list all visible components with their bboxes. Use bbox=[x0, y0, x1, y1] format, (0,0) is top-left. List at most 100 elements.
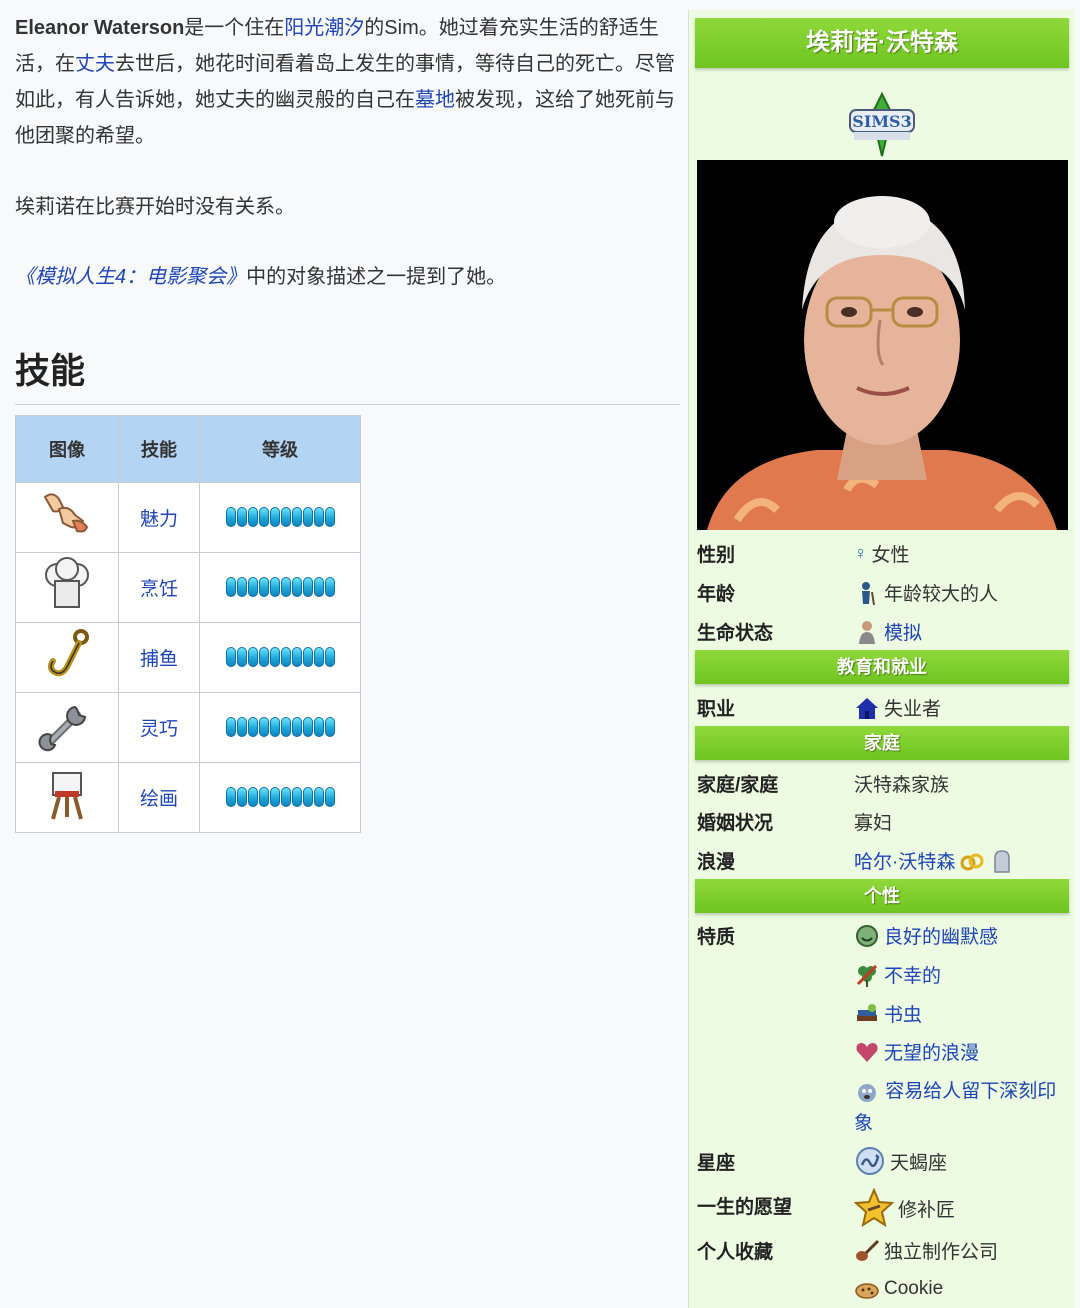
gender-label: 性别 bbox=[697, 545, 736, 566]
guitar-icon bbox=[856, 1239, 880, 1261]
age-value: 年龄较大的人 bbox=[854, 579, 998, 606]
lifetime-wish-value: 修补匠 bbox=[854, 1188, 955, 1228]
romance-label: 浪漫 bbox=[697, 852, 736, 873]
trait-item: 书虫 bbox=[854, 1000, 922, 1027]
mention-paragraph: 《模拟人生4：电影聚会》中的对象描述之一提到了她。 bbox=[15, 259, 680, 295]
life-state-link[interactable]: 模拟 bbox=[884, 618, 922, 645]
collection-item: 独立制作公司 bbox=[854, 1237, 998, 1264]
skill-image-cell bbox=[15, 552, 119, 623]
skills-table: 图像 技能 等级 魅力 烹饪 捕鱼 灵巧 绘画 bbox=[15, 415, 361, 833]
age-label: 年龄 bbox=[697, 584, 736, 605]
lifetime-wish-label: 一生的愿望 bbox=[697, 1197, 793, 1218]
marital-label: 婚姻状况 bbox=[697, 813, 774, 834]
sim-person-icon bbox=[859, 620, 875, 644]
life-state-label: 生命状态 bbox=[697, 623, 774, 644]
skill-level-cell bbox=[199, 482, 361, 553]
skill-link[interactable]: 捕鱼 bbox=[140, 649, 178, 670]
skill-image-cell bbox=[15, 762, 119, 833]
skill-level-cell bbox=[199, 692, 361, 763]
cookie-icon bbox=[855, 1283, 879, 1299]
text: 中的对象描述之一提到了她。 bbox=[246, 266, 507, 288]
lifetime-wish-star-icon bbox=[854, 1188, 894, 1228]
trait-link[interactable]: 无望的浪漫 bbox=[884, 1038, 979, 1065]
portrait-image bbox=[697, 160, 1068, 530]
text: 是一个住在 bbox=[184, 17, 285, 39]
hopeless-romantic-heart-icon bbox=[856, 1042, 878, 1062]
table-row: 捕鱼 bbox=[15, 622, 361, 693]
table-row: 魅力 bbox=[15, 482, 361, 553]
zodiac-text: 天蝎座 bbox=[890, 1152, 948, 1174]
trait-link[interactable]: 书虫 bbox=[884, 1000, 922, 1027]
header-image: 图像 bbox=[15, 415, 119, 483]
gender-text: 女性 bbox=[871, 545, 910, 566]
unlucky-clover-icon bbox=[856, 964, 878, 987]
female-icon: ♀ bbox=[854, 543, 868, 563]
zodiac-label: 星座 bbox=[697, 1153, 736, 1174]
skill-level-bar bbox=[225, 647, 335, 668]
link-sunset-tide[interactable]: 阳光潮汐 bbox=[284, 17, 364, 39]
infobox-title: 埃莉诺·沃特森 bbox=[695, 18, 1069, 68]
gender-value: ♀ 女性 bbox=[854, 540, 910, 567]
zodiac-value: 天蝎座 bbox=[854, 1145, 947, 1177]
skill-name-cell: 魅力 bbox=[118, 482, 200, 553]
skill-level-cell bbox=[199, 762, 361, 833]
link-cemetery[interactable]: 墓地 bbox=[415, 89, 455, 111]
table-row: 灵巧 bbox=[15, 692, 361, 763]
household-value: 沃特森家族 bbox=[854, 775, 950, 796]
career-text: 失业者 bbox=[884, 699, 942, 720]
link-husband[interactable]: 丈夫 bbox=[75, 53, 115, 75]
trait-link[interactable]: 不幸的 bbox=[884, 961, 941, 988]
collection-text: 独立制作公司 bbox=[884, 1242, 999, 1263]
article-body: Eleanor Waterson是一个住在阳光潮汐的Sim。她过着充实生活的舒适… bbox=[15, 10, 680, 405]
sim-name: Eleanor Waterson bbox=[15, 17, 185, 39]
house-icon bbox=[856, 697, 878, 719]
section-education-career: 教育和就业 bbox=[695, 650, 1069, 684]
skill-level-bar bbox=[225, 577, 335, 598]
charisma-hands-icon bbox=[43, 492, 89, 532]
trait-item: 不幸的 bbox=[854, 961, 941, 988]
skill-link[interactable]: 魅力 bbox=[140, 509, 178, 530]
career-label: 职业 bbox=[697, 699, 736, 720]
trait-item: 容易给人留下深刻印象 bbox=[854, 1076, 1064, 1140]
fishing-hook-icon bbox=[48, 628, 89, 676]
skill-name-cell: 烹饪 bbox=[118, 552, 200, 623]
header-skill: 技能 bbox=[118, 415, 200, 483]
collection-text: Cookie bbox=[884, 1278, 944, 1299]
trait-item: 良好的幽默感 bbox=[854, 922, 998, 949]
infobox: 埃莉诺·沃特森 SIMS3 性别 ♀ 女性 年龄 年龄较大的人 生命状态 模拟 … bbox=[688, 10, 1075, 1308]
skill-level-cell bbox=[199, 552, 361, 623]
age-text: 年龄较大的人 bbox=[884, 584, 999, 605]
skills-heading: 技能 bbox=[15, 343, 680, 405]
trait-link[interactable]: 良好的幽默感 bbox=[884, 922, 998, 949]
section-personality: 个性 bbox=[695, 879, 1069, 913]
easily-impressed-icon bbox=[858, 1083, 876, 1102]
skill-level-bar bbox=[225, 717, 335, 738]
table-row: 烹饪 bbox=[15, 552, 361, 623]
skill-image-cell bbox=[15, 692, 119, 763]
elder-icon bbox=[862, 581, 875, 605]
relationship-paragraph: 埃莉诺在比赛开始时没有关系。 bbox=[15, 196, 295, 218]
skill-link[interactable]: 烹饪 bbox=[140, 579, 178, 600]
section-household: 家庭 bbox=[695, 726, 1069, 760]
collection-label: 个人收藏 bbox=[697, 1242, 774, 1263]
romance-value: 哈尔·沃特森 bbox=[854, 847, 1015, 874]
lifetime-wish-text: 修补匠 bbox=[898, 1199, 956, 1221]
skill-link[interactable]: 绘画 bbox=[140, 789, 178, 810]
good-sense-of-humor-icon bbox=[856, 924, 878, 947]
easel-icon bbox=[51, 771, 83, 820]
tombstone-icon bbox=[994, 849, 1011, 873]
skill-level-bar bbox=[225, 507, 335, 528]
table-row: 绘画 bbox=[15, 762, 361, 833]
traits-label: 特质 bbox=[697, 927, 736, 948]
bookworm-icon bbox=[857, 1003, 877, 1021]
trait-link[interactable]: 容易给人留下深刻印象 bbox=[854, 1081, 1056, 1134]
intro-paragraph: Eleanor Waterson是一个住在阳光潮汐的Sim。她过着充实生活的舒适… bbox=[15, 10, 680, 154]
romance-link[interactable]: 哈尔·沃特森 bbox=[854, 847, 955, 874]
skill-image-cell bbox=[15, 482, 119, 553]
career-value: 失业者 bbox=[854, 694, 941, 721]
skill-link[interactable]: 灵巧 bbox=[140, 719, 178, 740]
header-level: 等级 bbox=[199, 415, 361, 483]
marital-value: 寡妇 bbox=[854, 813, 893, 834]
link-movie-hangout[interactable]: 《模拟人生4：电影聚会》 bbox=[15, 266, 246, 288]
skill-level-cell bbox=[199, 622, 361, 693]
